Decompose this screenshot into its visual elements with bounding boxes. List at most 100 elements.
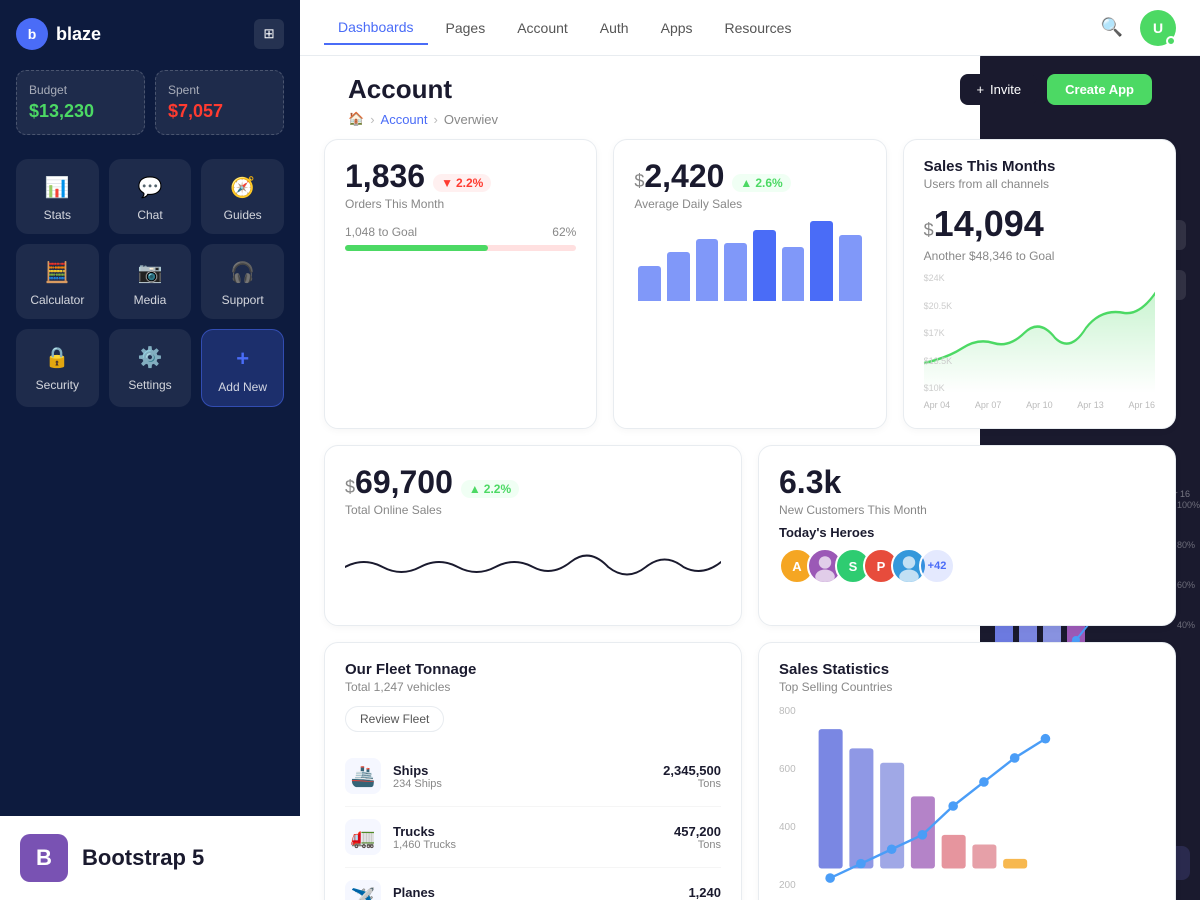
- logo-area: b blaze: [16, 18, 101, 50]
- goal-bar-fill: [345, 245, 488, 251]
- fleet-subtitle: Total 1,247 vehicles: [345, 680, 721, 694]
- guides-icon: 🧭: [230, 175, 255, 200]
- breadcrumb: 🏠 › Account › Overwiev: [348, 111, 498, 127]
- sidebar-item-support[interactable]: 🎧 Support: [201, 244, 284, 319]
- trucks-info: Trucks 1,460 Trucks: [393, 824, 662, 851]
- goal-bar-track: [345, 245, 576, 251]
- security-icon: 🔒: [45, 345, 70, 370]
- nav-apps[interactable]: Apps: [647, 12, 707, 44]
- online-sales-card: $ 69,700 ▲ 2.2% Total Online Sales: [324, 445, 742, 626]
- budget-row: Budget $13,230 Spent $7,057: [16, 70, 284, 135]
- stats-row-2: $ 69,700 ▲ 2.2% Total Online Sales: [324, 445, 1176, 626]
- stats-row-1: 1,836 ▼ 2.2% Orders This Month 1,048 to …: [324, 139, 1176, 429]
- sidebar-item-add-new[interactable]: + Add New: [201, 329, 284, 407]
- invite-icon: +: [976, 82, 984, 97]
- nav-account[interactable]: Account: [503, 12, 582, 44]
- nav-dashboards[interactable]: Dashboards: [324, 11, 428, 45]
- bar-6: [782, 247, 805, 301]
- breadcrumb-page: Overwiev: [444, 112, 498, 127]
- sales-month-number: 14,094: [934, 203, 1044, 245]
- fleet-item-trucks: 🚛 Trucks 1,460 Trucks 457,200 Tons: [345, 807, 721, 868]
- goal-bar: 1,048 to Goal 62%: [345, 225, 576, 251]
- sidebar-item-chat[interactable]: 💬 Chat: [109, 159, 192, 234]
- sales-month-sub: Another $48,346 to Goal: [924, 249, 1155, 263]
- customers-label: New Customers This Month: [779, 503, 1155, 517]
- bottom-row: Our Fleet Tonnage Total 1,247 vehicles R…: [324, 642, 1176, 900]
- heroes-label: Today's Heroes: [779, 525, 1155, 540]
- trucks-icon: 🚛: [345, 819, 381, 855]
- support-label: Support: [222, 293, 264, 307]
- sidebar-item-settings[interactable]: ⚙️ Settings: [109, 329, 192, 407]
- bar-2: [667, 252, 690, 301]
- guides-label: Guides: [224, 208, 262, 222]
- sidebar: b blaze ⊞ Budget $13,230 Spent $7,057 📊 …: [0, 0, 300, 900]
- sales-month-subtitle: Users from all channels: [924, 177, 1155, 191]
- support-icon: 🎧: [230, 260, 255, 285]
- sales-month-title: Sales This Months: [924, 158, 1155, 175]
- page-title: Account: [348, 74, 498, 105]
- bootstrap-label: Bootstrap 5: [82, 845, 204, 871]
- ships-info: Ships 234 Ships: [393, 763, 651, 790]
- invite-button[interactable]: + Invite: [960, 74, 1037, 105]
- bar-3: [696, 239, 719, 301]
- planes-value: 1,240 Tons: [688, 885, 721, 900]
- search-button[interactable]: 🔍: [1094, 10, 1130, 46]
- budget-label: Budget: [29, 83, 132, 97]
- calculator-label: Calculator: [30, 293, 84, 307]
- daily-sales-header: $ 2,420 ▲ 2.6%: [634, 158, 865, 195]
- sales-stats-title: Sales Statistics: [779, 661, 1155, 678]
- planes-icon: ✈️: [345, 880, 381, 900]
- daily-sales-card: $ 2,420 ▲ 2.6% Average Daily Sales: [613, 139, 886, 429]
- goal-text: 1,048 to Goal: [345, 225, 417, 239]
- user-status-dot: [1166, 36, 1176, 46]
- create-app-button[interactable]: Create App: [1047, 74, 1152, 105]
- sales-y-axis: $24K $20.5K $17K $13.5K $10K: [924, 273, 953, 393]
- main-scroll: Account 🏠 › Account › Overwiev + Invite: [300, 56, 1200, 900]
- heroes-count: +42: [919, 548, 955, 584]
- fleet-item-planes: ✈️ Planes 8 Aircrafts 1,240 Tons: [345, 868, 721, 900]
- orders-label: Orders This Month: [345, 197, 576, 211]
- content-area: ≡ ⊞ Apr 04 Apr 07 Apr 10 Apr 13 Apr 16: [300, 0, 1200, 900]
- online-sales-header: $ 69,700 ▲ 2.2%: [345, 464, 721, 501]
- orders-header: 1,836 ▼ 2.2%: [345, 158, 576, 195]
- nav-auth[interactable]: Auth: [586, 12, 643, 44]
- bar-chart-mini: [634, 221, 865, 301]
- online-sales-number: 69,700: [355, 464, 453, 501]
- bar-4: [724, 243, 747, 301]
- sidebar-toggle-button[interactable]: ⊞: [254, 19, 284, 49]
- media-icon: 📷: [138, 260, 163, 285]
- security-label: Security: [36, 378, 79, 392]
- sales-line-chart: [924, 273, 1155, 393]
- nav-resources[interactable]: Resources: [711, 12, 806, 44]
- sales-stats-y-axis: 800 600 400 200: [779, 706, 796, 891]
- online-sales-badge: ▲ 2.2%: [461, 480, 519, 498]
- app-name: blaze: [56, 24, 101, 45]
- bar-7: [810, 221, 833, 301]
- app-wrapper: b blaze ⊞ Budget $13,230 Spent $7,057 📊 …: [0, 0, 1200, 900]
- sales-x-axis: Apr 04 Apr 07 Apr 10 Apr 13 Apr 16: [924, 400, 1155, 410]
- budget-card: Budget $13,230: [16, 70, 145, 135]
- sidebar-item-calculator[interactable]: 🧮 Calculator: [16, 244, 99, 319]
- online-sales-label: Total Online Sales: [345, 503, 721, 517]
- review-fleet-button[interactable]: Review Fleet: [345, 706, 444, 732]
- trucks-value: 457,200 Tons: [674, 824, 721, 851]
- wavy-chart: [345, 527, 721, 607]
- nav-pages[interactable]: Pages: [432, 12, 500, 44]
- settings-icon: ⚙️: [138, 345, 163, 370]
- add-new-icon: +: [236, 346, 249, 372]
- customers-card: 6.3k New Customers This Month Today's He…: [758, 445, 1176, 626]
- page-header: Account 🏠 › Account › Overwiev + Invite: [324, 56, 1176, 139]
- ships-icon: 🚢: [345, 758, 381, 794]
- sales-month-number-row: $ 14,094: [924, 203, 1155, 245]
- sidebar-item-guides[interactable]: 🧭 Guides: [201, 159, 284, 234]
- ships-value: 2,345,500 Tons: [663, 763, 721, 790]
- sidebar-item-security[interactable]: 🔒 Security: [16, 329, 99, 407]
- sidebar-item-stats[interactable]: 📊 Stats: [16, 159, 99, 234]
- daily-sales-number: 2,420: [644, 158, 724, 195]
- toggle-icon: ⊞: [263, 26, 274, 42]
- sidebar-item-media[interactable]: 📷 Media: [109, 244, 192, 319]
- sales-chart-container: $24K $20.5K $17K $13.5K $10K: [924, 273, 1155, 410]
- customers-header: 6.3k: [779, 464, 1155, 501]
- sales-this-month-card: Sales This Months Users from all channel…: [903, 139, 1176, 429]
- sales-stats-subtitle: Top Selling Countries: [779, 680, 1155, 694]
